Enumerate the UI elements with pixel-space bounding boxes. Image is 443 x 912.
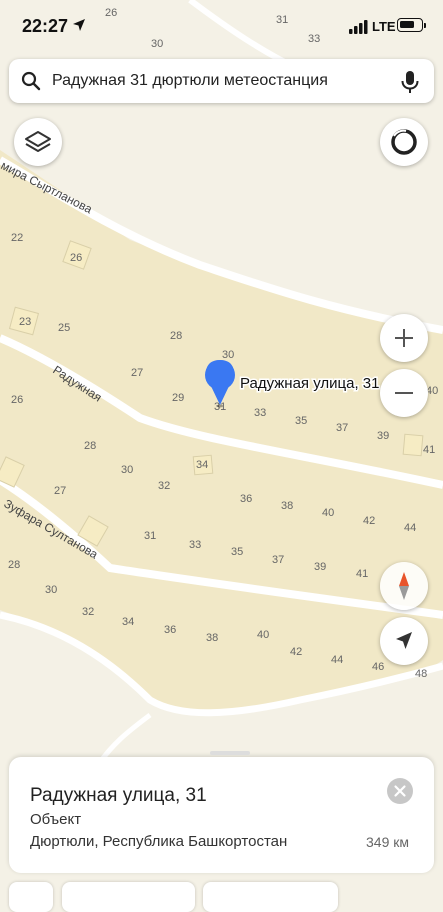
house-number: 31 (144, 530, 156, 542)
house-number: 28 (170, 330, 182, 342)
house-number: 35 (231, 546, 243, 558)
house-number: 37 (272, 554, 284, 566)
house-number: 38 (206, 632, 218, 644)
place-card[interactable]: Радужная улица, 31 Объект Дюртюли, Респу… (9, 751, 434, 873)
house-number: 27 (54, 485, 66, 497)
bottom-action-button[interactable] (62, 882, 195, 912)
sheet-handle[interactable] (210, 751, 250, 755)
house-number: 34 (196, 459, 208, 471)
place-distance: 349 км (366, 834, 409, 850)
zoom-out-button[interactable] (380, 369, 428, 417)
house-number: 29 (172, 392, 184, 404)
house-number: 33 (254, 407, 266, 419)
house-number: 32 (82, 606, 94, 618)
house-number: 30 (45, 584, 57, 596)
house-number: 36 (164, 624, 176, 636)
house-number: 26 (11, 394, 23, 406)
house-number: 40 (322, 507, 334, 519)
search-bar[interactable]: Радужная 31 дюртюли метеостанция (9, 59, 434, 103)
status-bar: 22:27 LTE (0, 0, 443, 52)
house-number: 42 (290, 646, 302, 658)
house-number: 27 (131, 367, 143, 379)
house-number: 28 (84, 440, 96, 452)
house-number: 22 (11, 232, 23, 244)
my-location-button[interactable] (380, 617, 428, 665)
house-number: 48 (415, 668, 427, 680)
status-time: 22:27 (22, 16, 69, 36)
search-query[interactable]: Радужная 31 дюртюли метеостанция (52, 72, 328, 90)
search-icon (21, 71, 41, 91)
house-number: 38 (281, 500, 293, 512)
house-number: 36 (240, 493, 252, 505)
house-number: 23 (19, 316, 31, 328)
network-type: LTE (372, 19, 396, 34)
minus-icon (395, 392, 413, 394)
location-arrow-icon (73, 19, 85, 31)
profile-ring-icon (391, 129, 417, 155)
house-number: 40 (257, 629, 269, 641)
compass-icon (399, 572, 409, 600)
compass-button[interactable] (380, 562, 428, 610)
house-number: 32 (158, 480, 170, 492)
house-number: 35 (295, 415, 307, 427)
place-title: Радужная улица, 31 (30, 785, 207, 806)
house-number: 33 (189, 539, 201, 551)
navigation-arrow-icon (396, 632, 412, 649)
close-icon (394, 785, 406, 797)
place-type: Объект (30, 811, 82, 828)
house-number: 28 (8, 559, 20, 571)
house-number: 39 (314, 561, 326, 573)
microphone-icon[interactable] (400, 70, 420, 94)
bottom-action-button[interactable] (9, 882, 53, 912)
profile-button[interactable] (380, 118, 428, 166)
layers-icon (25, 131, 51, 152)
close-button[interactable] (387, 778, 413, 804)
signal-icon (349, 20, 368, 34)
house-number: 41 (423, 444, 435, 456)
house-number: 34 (122, 616, 134, 628)
house-number: 44 (331, 654, 343, 666)
marker-label: Радужная улица, 31 (240, 375, 379, 392)
layers-button[interactable] (14, 118, 62, 166)
place-address: Дюртюли, Республика Башкортостан (30, 833, 288, 850)
plus-icon (395, 329, 413, 347)
house-number: 44 (404, 522, 416, 534)
bottom-action-button[interactable] (203, 882, 338, 912)
house-number: 30 (222, 349, 234, 361)
zoom-in-button[interactable] (380, 314, 428, 362)
house-number: 25 (58, 322, 70, 334)
battery-icon (397, 18, 426, 32)
house-number: 37 (336, 422, 348, 434)
house-number: 39 (377, 430, 389, 442)
house-number: 42 (363, 515, 375, 527)
house-number: 26 (70, 252, 82, 264)
house-number: 41 (356, 568, 368, 580)
house-number: 30 (121, 464, 133, 476)
